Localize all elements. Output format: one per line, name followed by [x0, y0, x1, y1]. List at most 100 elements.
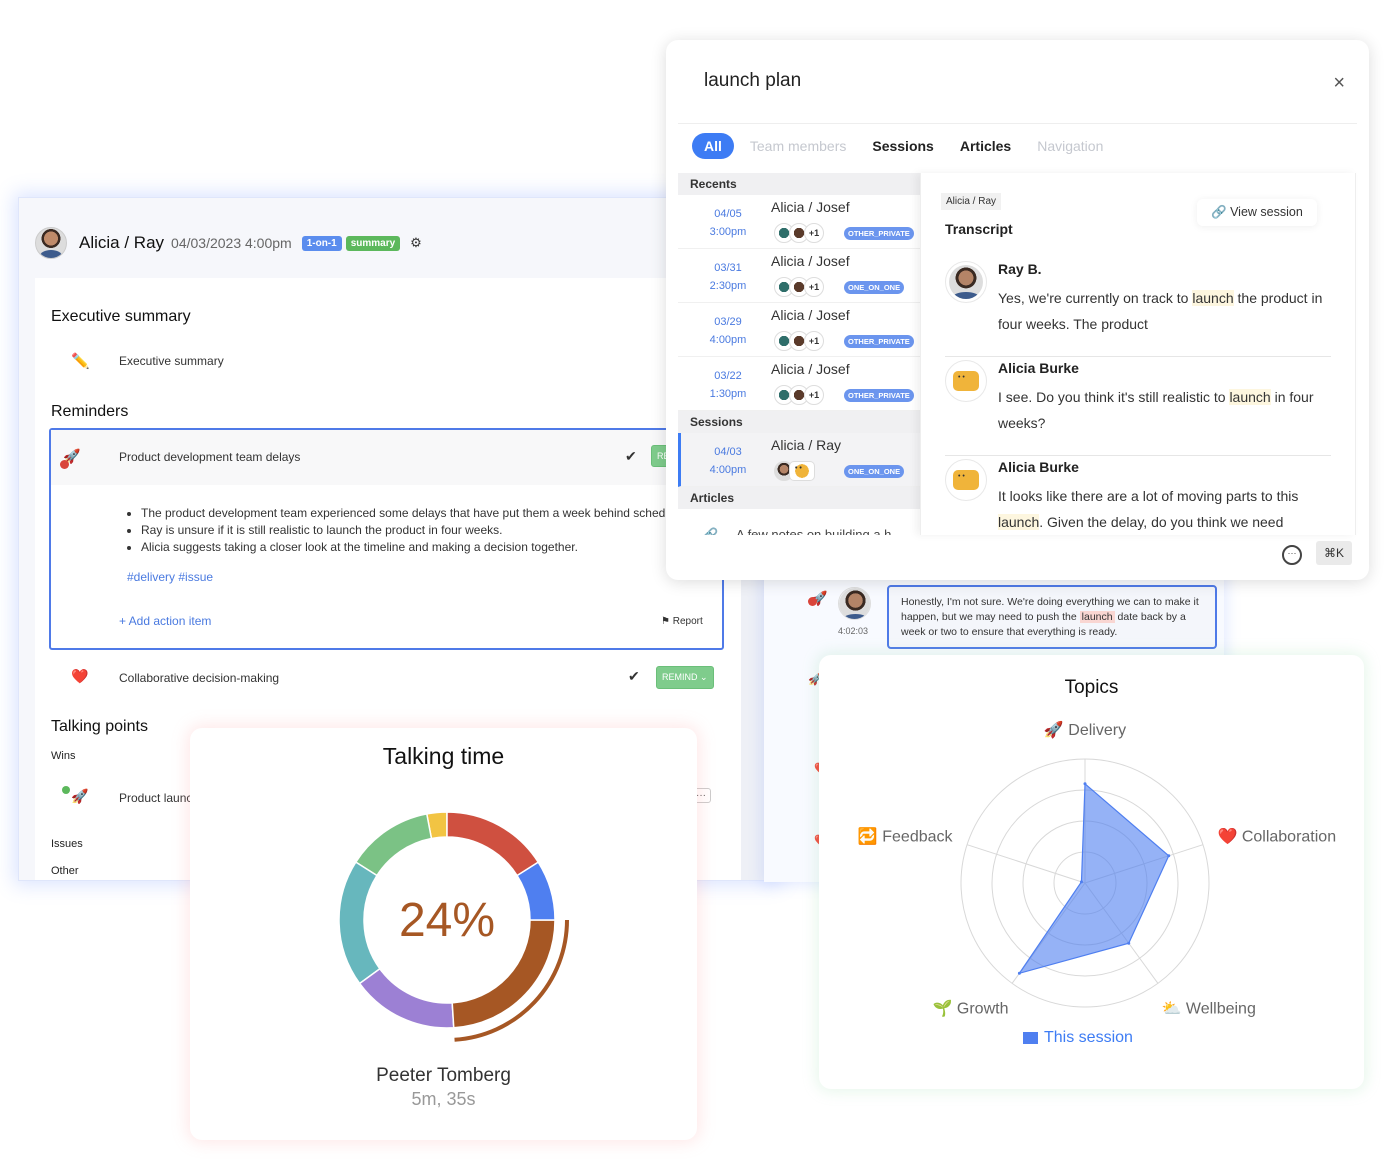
radar-point[interactable]: [1079, 880, 1083, 884]
tab-all[interactable]: All: [692, 133, 734, 159]
tag-summary[interactable]: summary: [345, 235, 401, 251]
report-button[interactable]: ⚑ Report: [661, 616, 703, 627]
talking-time-card: Talking time 24% Peeter Tomberg 5m, 35s: [190, 728, 697, 1140]
close-icon[interactable]: ×: [1333, 72, 1345, 95]
results-section-header: Articles: [678, 487, 920, 509]
reminder-card-expanded[interactable]: 🚀 Product development team delays ✔ REMI…: [49, 428, 724, 650]
result-item[interactable]: 03/31 2:30pm Alicia / Josef +1 ONE_ON_ONE: [678, 249, 920, 303]
legend-label: This session: [1044, 1029, 1133, 1046]
session-datetime: 04/03/2023 4:00pm: [171, 235, 292, 251]
tab-sessions[interactable]: Sessions: [872, 138, 933, 154]
speaker-name: Ray B.: [998, 261, 1042, 277]
session-type-tag: OTHER_PRIVATE: [844, 335, 914, 348]
reminder-card-header[interactable]: 🚀 Product development team delays ✔ REMI…: [51, 430, 722, 485]
donut-slice[interactable]: [446, 811, 540, 877]
chat-icon[interactable]: ···: [1282, 545, 1302, 565]
result-preview: Alicia / Ray Transcript 🔗 View session R…: [920, 173, 1356, 535]
search-highlight: launch: [1079, 611, 1115, 623]
transcript-message[interactable]: Alicia Burke It looks like there are a l…: [945, 457, 1331, 535]
radar-point[interactable]: [1127, 941, 1131, 945]
result-name: Alicia / Josef: [771, 199, 850, 215]
view-session-button[interactable]: 🔗 View session: [1197, 199, 1317, 226]
participant-avatars: [774, 461, 815, 481]
radar-point[interactable]: [1083, 782, 1087, 786]
message-timestamp: 4:02:03: [838, 626, 869, 636]
tab-team-members[interactable]: Team members: [750, 138, 846, 154]
tag-1-on-1[interactable]: 1-on-1: [301, 235, 342, 251]
heart-icon: ❤️: [71, 668, 89, 684]
result-item[interactable]: 03/29 4:00pm Alicia / Josef +1 OTHER_PRIV…: [678, 303, 920, 357]
pencil-icon: ✏️: [71, 353, 90, 370]
donut-slice[interactable]: [354, 813, 433, 877]
reminder-title: Product development team delays: [119, 450, 301, 464]
speaker-name: Peeter Tomberg: [376, 1065, 511, 1086]
chart-legend[interactable]: This session: [1023, 1029, 1133, 1047]
tab-articles[interactable]: Articles: [960, 138, 1011, 154]
radar-point[interactable]: [1167, 854, 1171, 858]
search-modal: launch plan × All Team members Sessions …: [666, 40, 1369, 580]
participant-avatars: +1: [774, 385, 824, 405]
result-name: Alicia / Josef: [771, 307, 850, 323]
participant-avatars: +1: [774, 331, 824, 351]
more-participants: +1: [804, 277, 824, 297]
session-type-tag: ONE_ON_ONE: [844, 281, 905, 294]
message-text: I see. Do you think it's still realistic…: [998, 389, 1314, 431]
transcript-message[interactable]: Ray B. Yes, we're currently on track to …: [945, 259, 1331, 357]
flag-icon: ⚑: [661, 616, 670, 627]
result-date: 03/29 4:00pm: [709, 316, 747, 346]
radar-axis-label: ❤️ Collaboration: [1217, 827, 1336, 845]
robot-avatar: [945, 459, 987, 501]
rocket-icon: 🚀: [71, 788, 89, 804]
topics-card: Topics 🚀 Delivery ❤️ Collaboration ⛅ Wellb…: [819, 655, 1364, 1089]
search-highlight: launch: [998, 514, 1040, 530]
transcript-message-highlighted[interactable]: Honestly, I'm not sure. We're doing ever…: [887, 585, 1217, 649]
message-text: It looks like there are a lot of moving …: [998, 488, 1299, 530]
speaker-avatar: [838, 587, 871, 620]
more-participants: +1: [804, 331, 824, 351]
tab-navigation[interactable]: Navigation: [1037, 138, 1103, 154]
gear-icon[interactable]: ⚙: [410, 235, 422, 251]
remind-button[interactable]: REMIND ⌄: [656, 666, 714, 689]
more-participants: +1: [804, 385, 824, 405]
result-item[interactable]: 03/22 1:30pm Alicia / Josef +1 OTHER_PRIV…: [678, 357, 920, 411]
check-icon[interactable]: ✔: [625, 448, 637, 465]
talking-point-title: Product launch: [119, 791, 200, 805]
section-title-talking-points: Talking points: [51, 718, 148, 735]
keyboard-shortcut-badge: ⌘K: [1316, 541, 1353, 565]
avatar: [945, 261, 987, 303]
issues-label: Issues: [51, 838, 83, 850]
reminder-title: Collaborative decision-making: [119, 671, 280, 685]
link-icon: 🔗: [1211, 205, 1227, 219]
hashtags[interactable]: #delivery #issue: [127, 570, 213, 584]
result-name: Alicia / Josef: [771, 253, 850, 269]
donut-slice[interactable]: [358, 967, 455, 1029]
report-label: Report: [672, 616, 703, 627]
result-item-selected[interactable]: 04/034:00pm Alicia / Ray ONE_ON_ONE: [678, 433, 920, 487]
executive-summary-item[interactable]: Executive summary: [119, 354, 224, 368]
result-article[interactable]: 🔗 A few notes on building a h: [678, 509, 920, 535]
result-date: 04/05 3:00pm: [709, 208, 747, 238]
check-icon[interactable]: ✔: [628, 668, 640, 685]
message-text: Yes, we're currently on track to launch …: [998, 290, 1323, 332]
note-bullet: The product development team experienced…: [141, 505, 685, 522]
session-header: Alicia / Ray 04/03/2023 4:00pm 1-on-1 su…: [35, 226, 422, 260]
result-date: 03/31 2:30pm: [709, 262, 747, 292]
article-title: A few notes on building a h: [736, 527, 892, 535]
search-highlight: launch: [1229, 389, 1271, 405]
speaker-duration: 5m, 35s: [411, 1089, 476, 1109]
search-results-list: Recents 04/05 3:00pm Alicia / Josef +1 OT…: [678, 173, 920, 535]
radar-point[interactable]: [1017, 971, 1021, 975]
transcript-message[interactable]: Alicia Burke I see. Do you think it's st…: [945, 358, 1331, 456]
result-item[interactable]: 04/05 3:00pm Alicia / Josef +1 OTHER_PRIV…: [678, 195, 920, 249]
radar-series-area[interactable]: [1017, 782, 1170, 975]
result-date: 04/03 4:00pm: [709, 446, 747, 476]
donut-slice[interactable]: [338, 861, 381, 985]
more-participants: +1: [804, 223, 824, 243]
result-name: Alicia / Ray: [771, 437, 842, 453]
speaker-name: Alicia Burke: [998, 360, 1079, 376]
down-arrow-badge-icon: [808, 597, 817, 606]
add-action-item-button[interactable]: + Add action item: [119, 614, 211, 628]
result-name: Alicia / Josef: [771, 361, 850, 377]
search-input[interactable]: launch plan: [704, 70, 801, 92]
radar-axis-label: 🌱 Growth: [933, 1000, 1009, 1018]
